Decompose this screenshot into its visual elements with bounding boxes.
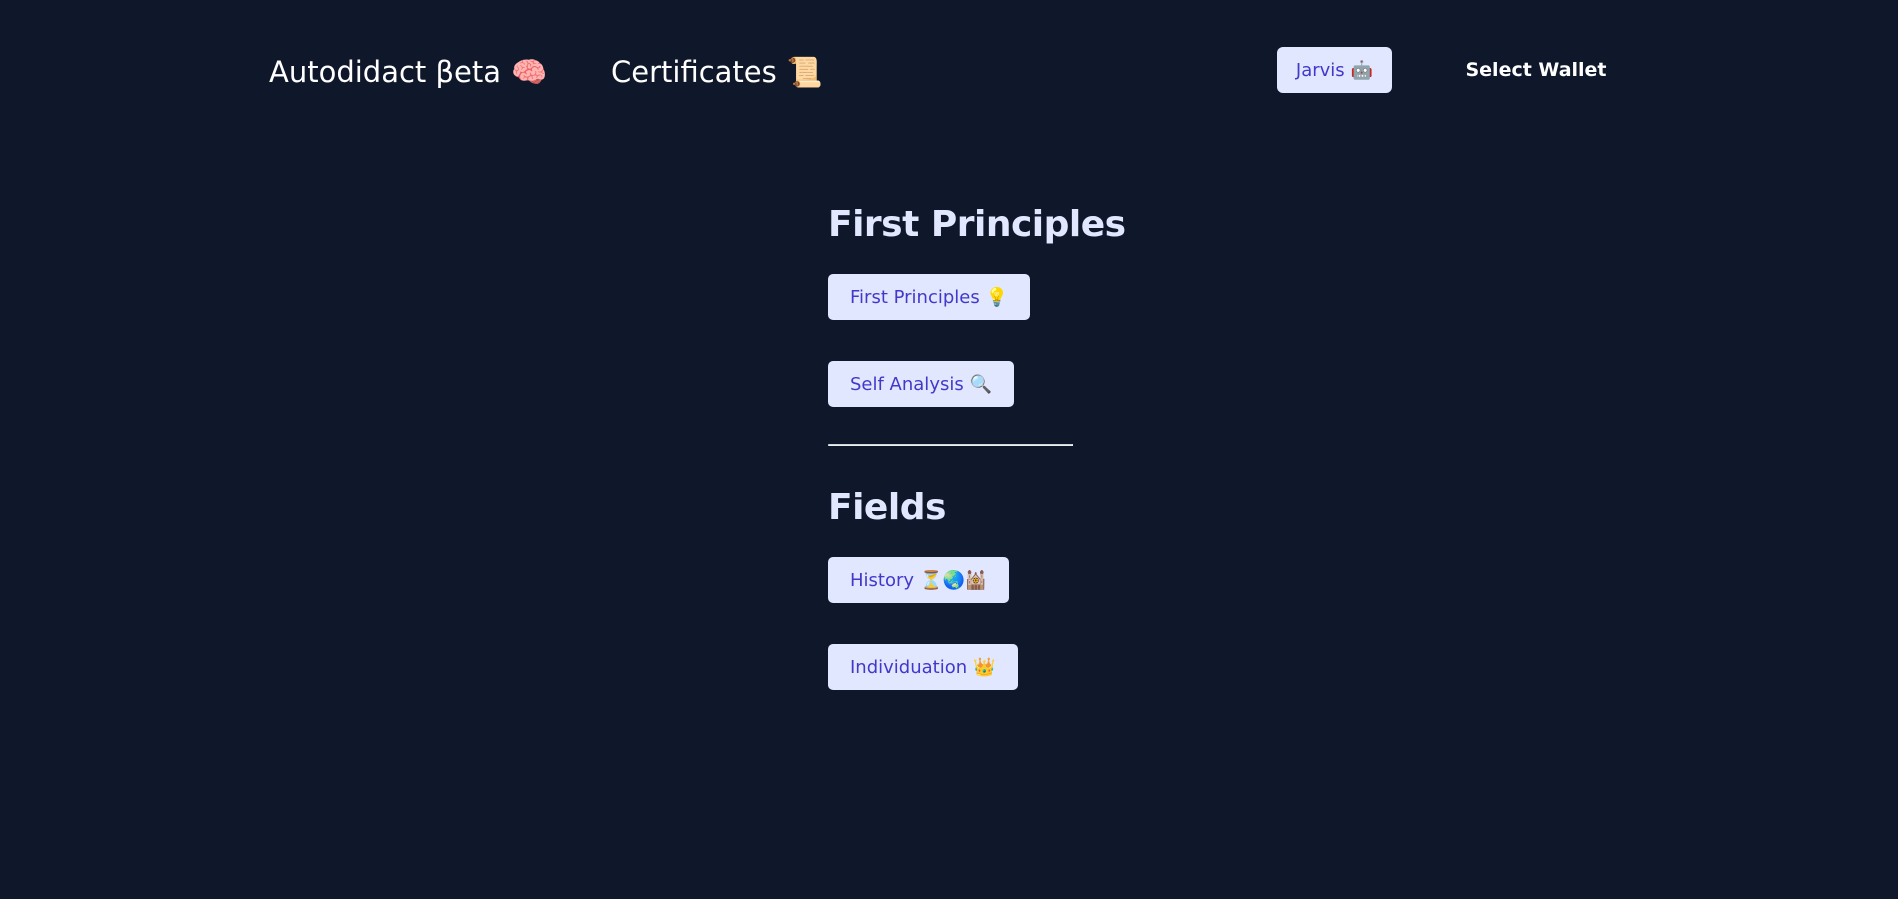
first-principles-button[interactable]: First Principles 💡: [828, 274, 1031, 320]
individuation-button[interactable]: Individuation 👑: [828, 644, 1018, 690]
pill-label: History: [850, 569, 915, 591]
jarvis-button[interactable]: Jarvis 🤖: [1277, 47, 1392, 93]
pill-label: Self Analysis: [850, 373, 964, 395]
history-button[interactable]: History ⏳🌏🕍: [828, 557, 1010, 603]
magnifier-icon: 🔍: [969, 373, 993, 395]
hourglass-globe-castle-icon: ⏳🌏🕍: [920, 569, 988, 591]
self-analysis-button[interactable]: Self Analysis 🔍: [828, 361, 1015, 407]
jarvis-label: Jarvis: [1295, 59, 1345, 81]
robot-icon: 🤖: [1350, 59, 1374, 81]
brain-icon: 🧠: [511, 55, 548, 89]
pill-label: Individuation: [850, 656, 968, 678]
brand-label: Autodidact βeta: [269, 55, 501, 89]
brand-link[interactable]: Autodidact βeta 🧠: [269, 50, 547, 94]
pill-label: First Principles: [850, 286, 980, 308]
crown-icon: 👑: [973, 656, 996, 678]
main-content: First Principles First Principles 💡 Self …: [828, 190, 1428, 731]
certificates-label: Certificates: [611, 55, 777, 89]
scroll-icon: 📜: [786, 55, 823, 89]
section-title-first-principles: First Principles: [828, 204, 1126, 245]
certificates-link[interactable]: Certificates 📜: [611, 50, 823, 94]
select-wallet-button[interactable]: Select Wallet: [1446, 50, 1626, 90]
lightbulb-icon: 💡: [985, 286, 1009, 308]
section-title-fields: Fields: [828, 487, 946, 528]
top-nav: Autodidact βeta 🧠 Certificates 📜 Jarvis 🤖 S…: [0, 0, 1898, 140]
